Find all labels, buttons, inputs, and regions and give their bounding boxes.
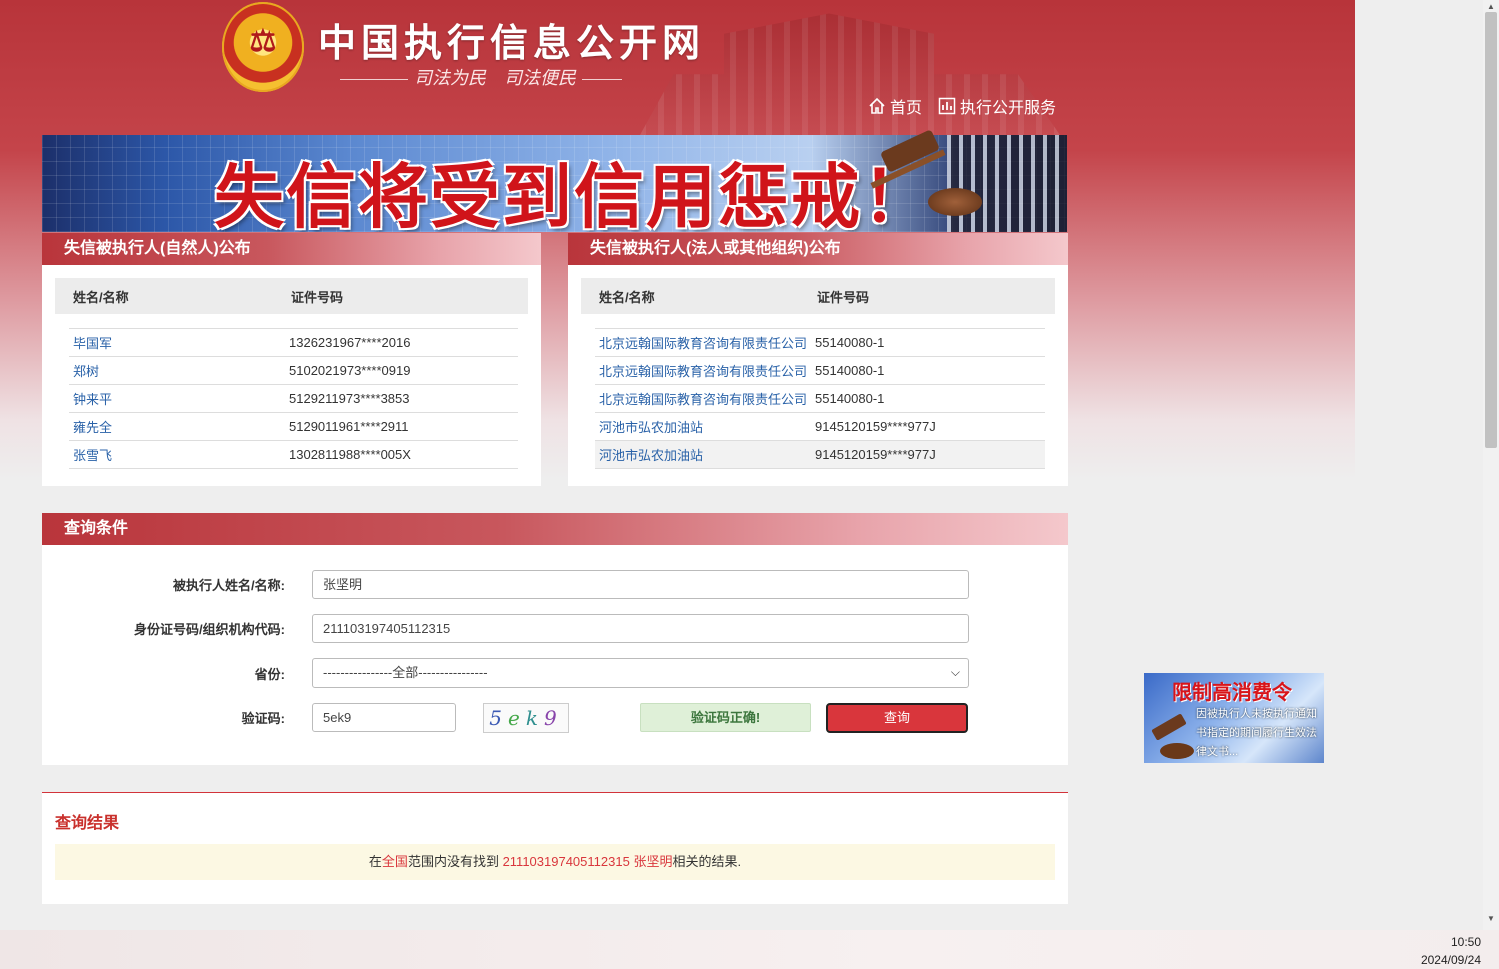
natural-person-list: 毕国军 1326231967****2016 郑树 5102021973****09… bbox=[69, 328, 518, 469]
query-form-panel: 查询条件 被执行人姓名/名称: 张坚明 身份证号码/组织机构代码: 211103… bbox=[42, 513, 1068, 765]
clock-date: 2024/09/24 bbox=[1420, 953, 1481, 967]
entity-name-link[interactable]: 北京远翰国际教育咨询有限责任公司 bbox=[595, 333, 815, 352]
name-field-label: 被执行人姓名/名称: bbox=[173, 578, 285, 593]
id-field-label: 身份证号码/组织机构代码: bbox=[134, 622, 285, 637]
name-row: 被执行人姓名/名称: bbox=[42, 570, 285, 599]
nav-home-link[interactable]: 首页 bbox=[868, 94, 922, 118]
taskbar: 10:50 2024/09/24 bbox=[0, 930, 1499, 969]
court-emblem-icon: ⚖ bbox=[222, 2, 304, 92]
person-name-link[interactable]: 钟来平 bbox=[69, 389, 289, 408]
table-row: 河池市弘农加油站 9145120159****977J bbox=[595, 412, 1045, 440]
person-name-link[interactable]: 张雪飞 bbox=[69, 445, 289, 464]
person-name-link[interactable]: 郑树 bbox=[69, 361, 289, 380]
nav-services-label: 执行公开服务 bbox=[960, 100, 1057, 117]
ad-text: 因被执行人未按执行通知书指定的期间履行生效法律文书... bbox=[1196, 708, 1317, 758]
result-title: 查询结果 bbox=[55, 815, 120, 832]
column-header-id: 证件号码 bbox=[291, 289, 344, 305]
nav-services-link[interactable]: 执行公开服务 bbox=[938, 94, 1056, 118]
person-id: 1326231967****2016 bbox=[289, 335, 411, 350]
legal-entity-panel-title: 失信被执行人(法人或其他组织)公布 bbox=[568, 233, 1068, 265]
result-message: 在全国范围内没有找到 211103197405112315 张坚明相关的结果. bbox=[55, 844, 1055, 880]
query-panel-title: 查询条件 bbox=[42, 513, 1068, 545]
nav-home-label: 首页 bbox=[890, 100, 923, 117]
natural-person-panel: 失信被执行人(自然人)公布 姓名/名称 证件号码 毕国军 1326231967**… bbox=[42, 233, 541, 486]
table-row: 北京远翰国际教育咨询有限责任公司 55140080-1 bbox=[595, 328, 1045, 356]
entity-id: 9145120159****977J bbox=[815, 419, 936, 434]
ad-title: 限制高消费令 bbox=[1172, 682, 1292, 704]
chevron-down-icon: ⌵ bbox=[950, 665, 960, 679]
entity-id: 9145120159****977J bbox=[815, 447, 936, 462]
table-header: 姓名/名称 证件号码 bbox=[55, 278, 528, 314]
scroll-down-icon[interactable]: ▼ bbox=[1486, 914, 1496, 923]
result-scope: 全国 bbox=[381, 854, 408, 869]
natural-person-panel-title: 失信被执行人(自然人)公布 bbox=[42, 233, 541, 265]
person-name-link[interactable]: 毕国军 bbox=[69, 333, 289, 352]
table-row: 毕国军 1326231967****2016 bbox=[69, 328, 518, 356]
top-navigation: 首页 执行公开服务 bbox=[868, 94, 1056, 118]
captcha-image[interactable]: 5ek9 bbox=[483, 703, 569, 733]
table-row: 雍先全 5129011961****2911 bbox=[69, 412, 518, 440]
table-row: 张雪飞 1302811988****005X bbox=[69, 440, 518, 469]
result-id: 211103197405112315 bbox=[502, 854, 630, 869]
consumption-restriction-ad[interactable]: 限制高消费令 因被执行人未按执行通知书指定的期间履行生效法律文书... bbox=[1144, 673, 1324, 763]
clock-time: 10:50 bbox=[1450, 935, 1481, 949]
captcha-input[interactable]: 5ek9 bbox=[312, 703, 456, 732]
id-number-input[interactable]: 211103197405112315 bbox=[312, 614, 969, 643]
banner-slogan: 失信将受到信用惩戒！ bbox=[214, 155, 934, 232]
entity-id: 55140080-1 bbox=[815, 391, 885, 406]
person-id: 1302811988****005X bbox=[289, 447, 411, 462]
chart-icon bbox=[938, 97, 956, 115]
home-icon bbox=[869, 97, 885, 114]
entity-name-link[interactable]: 河池市弘农加油站 bbox=[595, 445, 815, 464]
gavel-icon bbox=[1151, 713, 1187, 741]
system-clock[interactable]: 10:50 2024/09/24 bbox=[1421, 933, 1481, 969]
scroll-up-icon[interactable]: ▲ bbox=[1486, 2, 1496, 11]
person-name-link[interactable]: 雍先全 bbox=[69, 417, 289, 436]
table-row: 郑树 5102021973****0919 bbox=[69, 356, 518, 384]
captcha-row: 验证码: bbox=[42, 703, 285, 732]
table-row: 北京远翰国际教育咨询有限责任公司 55140080-1 bbox=[595, 356, 1045, 384]
result-panel: 查询结果 在全国范围内没有找到 211103197405112315 张坚明相关… bbox=[42, 792, 1068, 904]
id-row: 身份证号码/组织机构代码: bbox=[42, 614, 285, 643]
table-row: 河池市弘农加油站 9145120159****977J bbox=[595, 440, 1045, 469]
person-id: 5129211973****3853 bbox=[289, 391, 410, 406]
province-select[interactable]: ----------------全部---------------- ⌵ bbox=[312, 658, 969, 688]
column-header-name: 姓名/名称 bbox=[599, 289, 655, 305]
entity-name-link[interactable]: 北京远翰国际教育咨询有限责任公司 bbox=[595, 361, 815, 380]
site-slogan: 司法为民 司法便民 bbox=[340, 64, 622, 90]
person-id: 5129011961****2911 bbox=[289, 419, 409, 434]
person-id: 5102021973****0919 bbox=[289, 363, 411, 378]
captcha-status-badge: 验证码正确! bbox=[640, 703, 811, 732]
entity-name-link[interactable]: 河池市弘农加油站 bbox=[595, 417, 815, 436]
table-row: 钟来平 5129211973****3853 bbox=[69, 384, 518, 412]
captcha-field-label: 验证码: bbox=[241, 711, 285, 726]
entity-name-link[interactable]: 北京远翰国际教育咨询有限责任公司 bbox=[595, 389, 815, 408]
legal-entity-list: 北京远翰国际教育咨询有限责任公司 55140080-1 北京远翰国际教育咨询有限责… bbox=[595, 328, 1045, 469]
province-row: 省份: bbox=[42, 658, 285, 688]
table-row: 北京远翰国际教育咨询有限责任公司 55140080-1 bbox=[595, 384, 1045, 412]
entity-id: 55140080-1 bbox=[815, 363, 885, 378]
query-button[interactable]: 查询 bbox=[826, 703, 968, 733]
column-header-id: 证件号码 bbox=[817, 289, 870, 305]
legal-entity-panel: 失信被执行人(法人或其他组织)公布 姓名/名称 证件号码 北京远翰国际教育咨询有… bbox=[568, 233, 1068, 486]
entity-id: 55140080-1 bbox=[815, 335, 885, 350]
table-header: 姓名/名称 证件号码 bbox=[581, 278, 1055, 314]
scrollbar-thumb[interactable] bbox=[1485, 12, 1497, 448]
province-field-label: 省份: bbox=[254, 666, 285, 682]
province-selected-value: ----------------全部---------------- bbox=[323, 665, 488, 680]
column-header-name: 姓名/名称 bbox=[73, 289, 129, 305]
result-name: 张坚明 bbox=[633, 854, 673, 869]
name-input[interactable]: 张坚明 bbox=[312, 570, 969, 599]
site-title: 中国执行信息公开网 bbox=[318, 21, 706, 65]
